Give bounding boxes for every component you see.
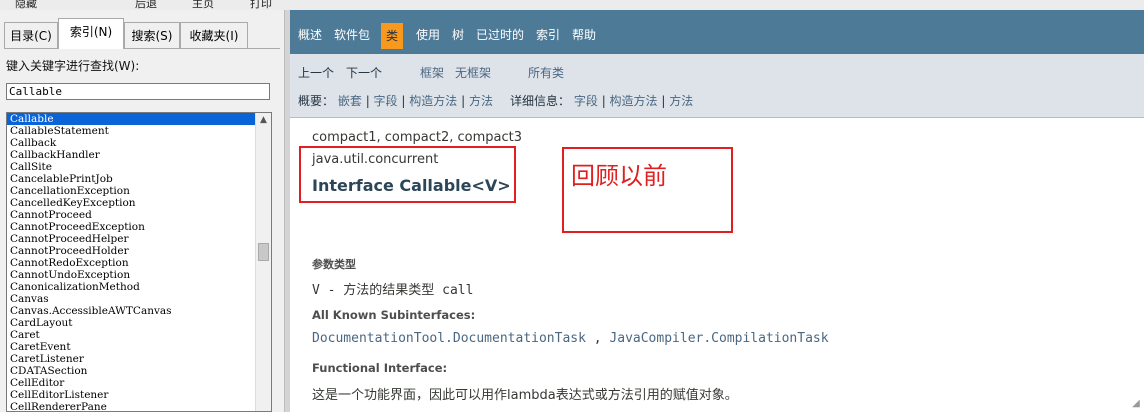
tab-divider: [4, 48, 280, 49]
index-list-item[interactable]: CellRendererPane: [7, 401, 255, 411]
highlight-box-title: [299, 146, 516, 203]
summary-field-link[interactable]: 字段: [374, 94, 398, 108]
index-list[interactable]: Callable CallableStatement Callback Callbac…: [6, 112, 272, 412]
toolbar: 隐藏 后退 主页 打印: [0, 0, 1144, 10]
functional-interface-desc: 这是一个功能界面，因此可以用作lambda表达式或方法引用的赋值对象。: [312, 388, 738, 403]
index-list-item[interactable]: CallSite: [7, 161, 255, 173]
type-parameters-heading: 参数类型: [312, 258, 356, 271]
separator: |: [601, 94, 610, 108]
type-parameters-desc: V - 方法的结果类型 call: [312, 283, 474, 298]
index-list-item[interactable]: CannotProceedHolder: [7, 245, 255, 257]
subinterface-link[interactable]: JavaCompiler.CompilationTask: [609, 331, 828, 346]
index-list-item[interactable]: CannotProceedException: [7, 221, 255, 233]
tab-contents[interactable]: 目录(C): [4, 22, 58, 48]
nav-help[interactable]: 帮助: [572, 26, 596, 44]
next-class-link[interactable]: 下一个: [346, 64, 382, 81]
summary-label: 概要：: [298, 94, 335, 108]
index-list-item[interactable]: CellEditor: [7, 377, 255, 389]
toolbar-print-button[interactable]: 打印: [250, 0, 272, 10]
index-list-item[interactable]: CallableStatement: [7, 125, 255, 137]
nav-overview[interactable]: 概述: [298, 26, 322, 44]
detail-constructor-link[interactable]: 构造方法: [610, 94, 658, 108]
index-list-item[interactable]: CannotProceed: [7, 209, 255, 221]
separator: |: [365, 94, 374, 108]
index-list-item[interactable]: CancelledKeyException: [7, 197, 255, 209]
index-list-item[interactable]: CaretListener: [7, 353, 255, 365]
index-list-item[interactable]: CellEditorListener: [7, 389, 255, 401]
subinterfaces-list: DocumentationTool.DocumentationTask , Ja…: [312, 331, 829, 346]
detail-field-link[interactable]: 字段: [574, 94, 598, 108]
index-list-item[interactable]: Canvas: [7, 293, 255, 305]
summary-row: 概要： 嵌套 | 字段 | 构造方法 | 方法: [298, 92, 493, 109]
annotation-text: 回顾以前: [571, 162, 667, 190]
scroll-thumb[interactable]: [258, 243, 269, 261]
summary-nested-link[interactable]: 嵌套: [338, 94, 362, 108]
separator: ,: [585, 331, 610, 346]
keyword-label: 键入关键字进行查找(W):: [6, 59, 140, 73]
index-pane: 目录(C) 索引(N) 搜索(S) 收藏夹(I) 键入关键字进行查找(W): C…: [0, 10, 284, 412]
compact-profiles: compact1, compact2, compact3: [312, 130, 523, 145]
index-list-item[interactable]: Callback: [7, 137, 255, 149]
nav-package[interactable]: 软件包: [334, 26, 370, 44]
all-classes-link[interactable]: 所有类: [528, 64, 564, 81]
doc-pane: 概述 软件包 类 使用 树 已过时的 索引 帮助 上一个 下一个 框架 无框架 …: [290, 10, 1144, 412]
resize-grip-icon[interactable]: ◢: [1130, 398, 1142, 410]
index-list-item[interactable]: CannotUndoException: [7, 269, 255, 281]
index-scrollbar[interactable]: ▲: [255, 113, 271, 411]
tab-favorites[interactable]: 收藏夹(I): [180, 22, 248, 48]
index-list-item[interactable]: CannotProceedHelper: [7, 233, 255, 245]
top-nav-bar: 概述 软件包 类 使用 树 已过时的 索引 帮助: [290, 10, 1144, 54]
index-list-item[interactable]: CaretEvent: [7, 341, 255, 353]
nav-class[interactable]: 类: [381, 23, 404, 49]
index-list-item[interactable]: Callable: [7, 113, 255, 125]
detail-label: 详细信息：: [510, 94, 571, 108]
sub-nav: 上一个 下一个 框架 无框架 所有类 概要： 嵌套 | 字段 | 构造方法 | …: [290, 54, 1144, 118]
index-list-item[interactable]: CancelablePrintJob: [7, 173, 255, 185]
keyword-input[interactable]: [6, 83, 270, 100]
nav-use[interactable]: 使用: [416, 26, 440, 44]
toolbar-back-button[interactable]: 后退: [135, 0, 157, 10]
nav-deprecated[interactable]: 已过时的: [476, 26, 524, 44]
index-list-item[interactable]: CannotRedoException: [7, 257, 255, 269]
index-list-item[interactable]: CDATASection: [7, 365, 255, 377]
frames-link[interactable]: 框架: [420, 64, 444, 81]
summary-method-link[interactable]: 方法: [469, 94, 493, 108]
tab-search[interactable]: 搜索(S): [124, 22, 180, 48]
index-list-item[interactable]: CancellationException: [7, 185, 255, 197]
tab-index[interactable]: 索引(N): [58, 18, 124, 49]
nav-index[interactable]: 索引: [536, 26, 560, 44]
doc-content: compact1, compact2, compact3 java.util.c…: [290, 118, 1144, 412]
detail-row: 详细信息： 字段 | 构造方法 | 方法: [510, 92, 693, 109]
prev-class-link[interactable]: 上一个: [298, 64, 334, 81]
index-list-item[interactable]: Caret: [7, 329, 255, 341]
index-list-item[interactable]: CanonicalizationMethod: [7, 281, 255, 293]
nav-tree[interactable]: 树: [452, 26, 464, 44]
index-list-item[interactable]: Canvas.AccessibleAWTCanvas: [7, 305, 255, 317]
index-items: Callable CallableStatement Callback Callbac…: [7, 113, 255, 411]
subinterface-link[interactable]: DocumentationTool.DocumentationTask: [312, 331, 586, 346]
toolbar-hide-button[interactable]: 隐藏: [15, 0, 37, 10]
functional-interface-heading: Functional Interface:: [312, 361, 448, 375]
detail-method-link[interactable]: 方法: [669, 94, 693, 108]
scroll-up-arrow-icon[interactable]: ▲: [256, 113, 271, 128]
index-list-item[interactable]: CardLayout: [7, 317, 255, 329]
index-list-item[interactable]: CallbackHandler: [7, 149, 255, 161]
separator: |: [461, 94, 469, 108]
no-frames-link[interactable]: 无框架: [455, 64, 491, 81]
subinterfaces-heading: All Known Subinterfaces:: [312, 308, 476, 322]
toolbar-home-button[interactable]: 主页: [192, 0, 214, 10]
summary-constructor-link[interactable]: 构造方法: [409, 94, 457, 108]
